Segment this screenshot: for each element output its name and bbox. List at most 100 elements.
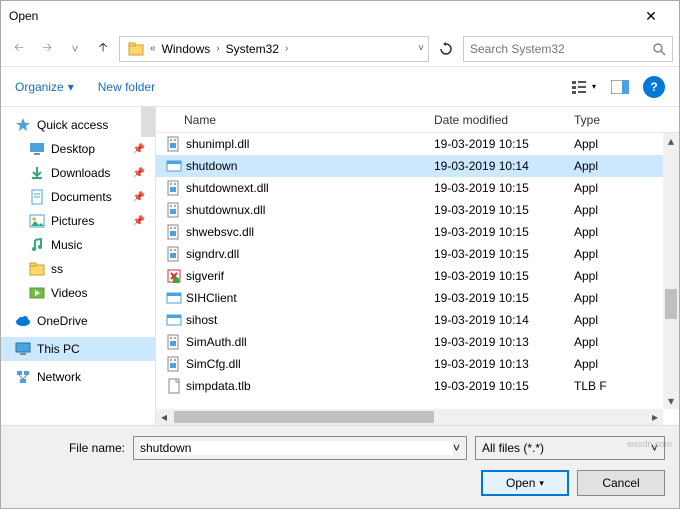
pin-icon: 📌 [133,192,145,203]
search-box[interactable] [463,36,673,62]
forward-button[interactable]: 🡢 [35,37,59,61]
desktop-icon [29,141,45,157]
file-date: 19-03-2019 10:13 [434,335,574,349]
recent-dropdown[interactable]: ˅ [63,37,87,61]
star-icon [15,117,31,133]
file-icon [164,378,184,394]
chevron-left-icon: « [150,43,156,54]
sidebar-item-pictures[interactable]: Pictures📌 [1,209,155,233]
file-name: SimAuth.dll [184,335,434,349]
address-bar[interactable]: « Windows › System32 › ˅ [119,36,429,62]
file-name: sigverif [184,269,434,283]
sidebar-item-downloads[interactable]: Downloads📌 [1,161,155,185]
file-name: shunimpl.dll [184,137,434,151]
cloud-icon [15,313,31,329]
file-date: 19-03-2019 10:15 [434,379,574,393]
horizontal-scrollbar[interactable]: ◂ ▸ [156,409,663,425]
scroll-down-icon[interactable]: ▾ [663,393,679,409]
column-type[interactable]: Type [574,113,679,127]
music-icon [29,237,45,253]
sidebar-this-pc[interactable]: This PC [1,337,155,361]
scroll-thumb[interactable] [174,411,434,423]
help-button[interactable]: ? [643,76,665,98]
sidebar-item-desktop[interactable]: Desktop📌 [1,137,155,161]
scroll-right-icon[interactable]: ▸ [647,410,663,424]
file-row[interactable]: shutdownext.dll19-03-2019 10:15Appl [156,177,679,199]
file-list[interactable]: shunimpl.dll19-03-2019 10:15Applshutdown… [156,133,679,425]
breadcrumb-seg-1[interactable]: Windows [158,40,215,58]
column-date[interactable]: Date modified [434,113,574,127]
sidebar-item-videos[interactable]: Videos [1,281,155,305]
file-row[interactable]: sigverif19-03-2019 10:15Appl [156,265,679,287]
filename-combo[interactable]: ˅ [133,436,467,460]
file-row[interactable]: simpdata.tlb19-03-2019 10:15TLB F [156,375,679,397]
file-icon [164,202,184,218]
sidebar-onedrive[interactable]: OneDrive [1,309,155,333]
file-date: 19-03-2019 10:15 [434,269,574,283]
sidebar-network[interactable]: Network [1,365,155,389]
file-date: 19-03-2019 10:15 [434,225,574,239]
sidebar-item-label: Downloads [51,166,110,180]
file-row[interactable]: SIHClient19-03-2019 10:15Appl [156,287,679,309]
file-row[interactable]: sihost19-03-2019 10:14Appl [156,309,679,331]
scroll-left-icon[interactable]: ◂ [156,410,172,424]
file-icon [164,224,184,240]
file-icon [164,312,184,328]
up-button[interactable]: 🡡 [91,37,115,61]
filename-label: File name: [15,441,125,455]
sidebar-item-documents[interactable]: Documents📌 [1,185,155,209]
preview-pane-button[interactable] [607,76,633,98]
file-row[interactable]: shunimpl.dll19-03-2019 10:15Appl [156,133,679,155]
open-button[interactable]: Open▾ [481,470,569,496]
file-date: 19-03-2019 10:15 [434,203,574,217]
filename-input[interactable] [140,441,453,455]
file-row[interactable]: SimAuth.dll19-03-2019 10:13Appl [156,331,679,353]
search-icon[interactable] [652,42,666,56]
refresh-button[interactable] [433,36,459,62]
file-date: 19-03-2019 10:15 [434,137,574,151]
file-name: SimCfg.dll [184,357,434,371]
pin-icon: 📌 [133,216,145,227]
column-headers[interactable]: Name Date modified Type [156,107,679,133]
file-icon [164,290,184,306]
file-icon [164,356,184,372]
scroll-thumb[interactable] [665,289,677,319]
file-date: 19-03-2019 10:13 [434,357,574,371]
column-name[interactable]: Name [184,113,434,127]
chevron-right-icon: › [285,43,288,54]
history-dropdown[interactable]: ˅ [418,43,424,54]
vertical-scrollbar[interactable]: ▴ ▾ [663,133,679,409]
file-name: shutdownext.dll [184,181,434,195]
sidebar-item-music[interactable]: Music [1,233,155,257]
window-title: Open [9,9,631,23]
file-name: SIHClient [184,291,434,305]
sidebar-item-ss[interactable]: ss [1,257,155,281]
search-input[interactable] [470,42,646,56]
file-row[interactable]: shwebsvc.dll19-03-2019 10:15Appl [156,221,679,243]
cancel-button[interactable]: Cancel [577,470,665,496]
ss-icon [29,261,45,277]
file-icon [164,158,184,174]
sidebar-item-label: ss [51,262,63,276]
pictures-icon [29,213,45,229]
documents-icon [29,189,45,205]
new-folder-button[interactable]: New folder [98,80,155,94]
file-name: shutdown [184,159,434,173]
chevron-down-icon[interactable]: ˅ [453,441,460,455]
file-row[interactable]: SimCfg.dll19-03-2019 10:13Appl [156,353,679,375]
file-icon [164,246,184,262]
organize-menu[interactable]: Organize▾ [15,80,74,94]
network-icon [15,369,31,385]
breadcrumb-seg-2[interactable]: System32 [222,40,283,58]
file-date: 19-03-2019 10:15 [434,247,574,261]
sidebar-quick-access[interactable]: Quick access [1,113,155,137]
file-row[interactable]: signdrv.dll19-03-2019 10:15Appl [156,243,679,265]
file-icon [164,268,184,284]
close-button[interactable]: ✕ [631,8,671,25]
scroll-up-icon[interactable]: ▴ [663,133,679,149]
view-options-button[interactable]: ▾ [571,76,597,98]
pc-icon [15,341,31,357]
back-button[interactable]: 🡠 [7,37,31,61]
file-row[interactable]: shutdownux.dll19-03-2019 10:15Appl [156,199,679,221]
file-row[interactable]: shutdown19-03-2019 10:14Appl [156,155,679,177]
